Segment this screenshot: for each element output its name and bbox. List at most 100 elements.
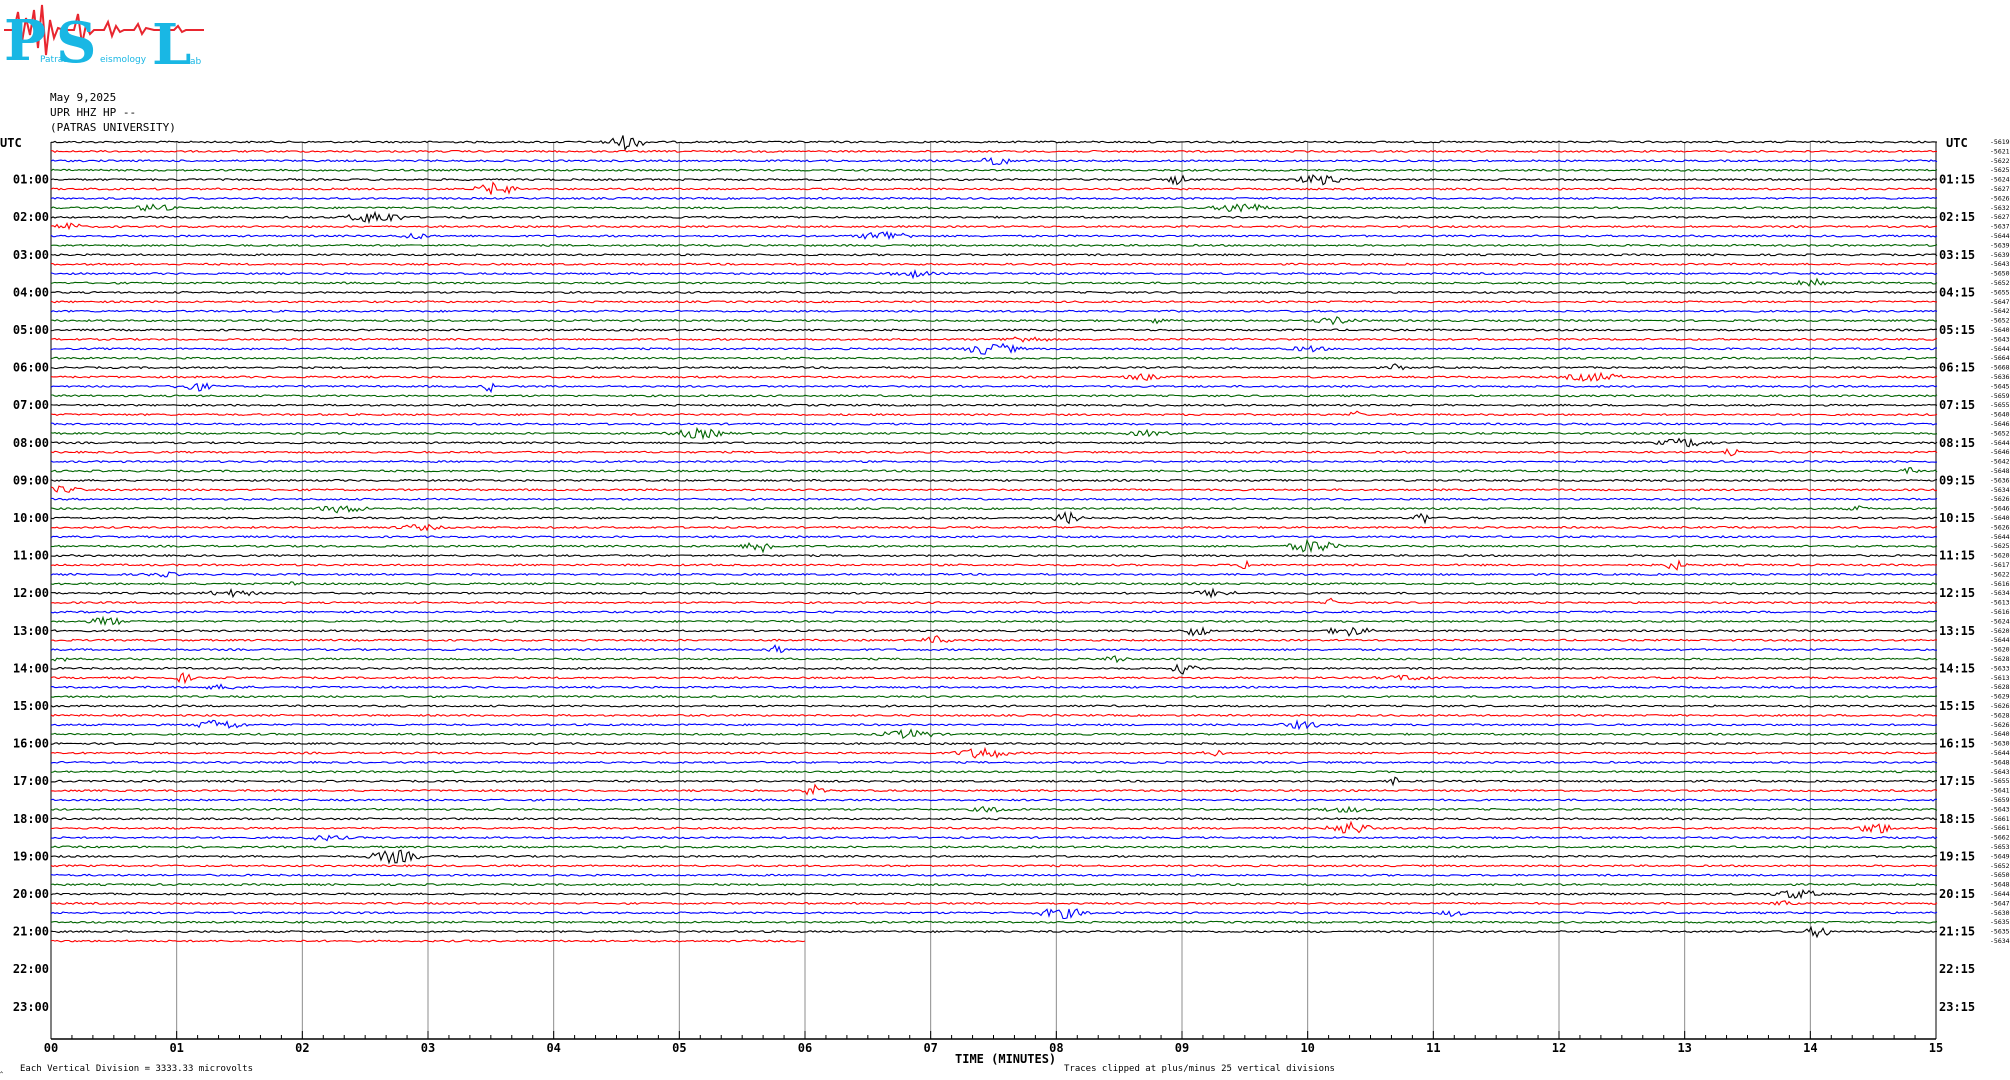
seismic-trace — [50, 873, 1938, 877]
trace-offset-label: -5648 — [1990, 881, 2010, 889]
trace-offset-label: -5642 — [1990, 307, 2010, 315]
seismic-trace — [50, 268, 1938, 280]
hour-label-left: 20:00 — [13, 887, 49, 901]
trace-offset-label: -5628 — [1990, 711, 2010, 719]
hour-label-left: 22:00 — [13, 962, 49, 976]
hour-label-left: 21:00 — [13, 925, 49, 939]
hour-label-right: 12:15 — [1939, 586, 1975, 600]
seismic-trace — [50, 925, 1937, 939]
x-tick-label: 01 — [169, 1041, 183, 1055]
trace-offset-label: -5634 — [1990, 589, 2010, 597]
seismic-trace — [50, 309, 1938, 313]
seismic-trace — [50, 505, 1938, 514]
seismic-trace — [50, 300, 1938, 304]
seismic-trace — [50, 626, 1938, 637]
trace-offset-label: -5652 — [1990, 862, 2010, 870]
x-tick-label: 09 — [1175, 1041, 1189, 1055]
seismic-trace — [50, 849, 1938, 865]
trace-offset-label: -5655 — [1990, 288, 2010, 296]
trace-offset-label: -5652 — [1990, 429, 2010, 437]
seismic-trace — [51, 845, 1938, 849]
trace-offset-label: -5634 — [1990, 486, 2010, 494]
hour-label-right: 11:15 — [1939, 549, 1975, 563]
trace-offset-label: -5626 — [1990, 495, 2010, 503]
trace-offset-label: -5626 — [1990, 702, 2010, 710]
hour-label-right: 15:15 — [1939, 699, 1975, 713]
footer-vertical-division: Each Vertical Division = 3333.33 microvo… — [20, 1064, 253, 1074]
utc-label-right: UTC — [1946, 136, 1968, 150]
trace-offset-label: -5641 — [1990, 787, 2010, 795]
hour-label-left: 12:00 — [13, 586, 49, 600]
trace-offset-label: -5644 — [1990, 749, 2010, 757]
trace-offset-label: -5661 — [1990, 815, 2010, 823]
trace-offset-label: -5633 — [1990, 664, 2010, 672]
trace-offset-label: -5637 — [1990, 223, 2010, 231]
x-tick-label: 12 — [1552, 1041, 1566, 1055]
hour-label-right: 17:15 — [1939, 774, 1975, 788]
seismic-trace — [51, 316, 1938, 326]
trace-offset-label: -5659 — [1990, 796, 2010, 804]
seismic-trace — [50, 210, 1938, 225]
seismic-trace — [50, 535, 1938, 539]
trace-offset-label: -5620 — [1990, 627, 2010, 635]
seismic-trace — [50, 695, 1938, 699]
seismic-trace — [50, 485, 1938, 493]
hour-label-left: 04:00 — [13, 285, 49, 299]
seismic-trace — [50, 571, 1938, 578]
trace-offset-label: -5652 — [1990, 279, 2010, 287]
seismic-trace — [50, 181, 1938, 195]
x-tick-label: 11 — [1426, 1041, 1440, 1055]
trace-offset-label: -5613 — [1990, 674, 2010, 682]
seismic-trace — [50, 410, 1938, 417]
x-axis-title: TIME (MINUTES) — [955, 1052, 1057, 1066]
hour-label-right: 14:15 — [1939, 661, 1975, 675]
trace-offset-label: -5655 — [1990, 777, 2010, 785]
hour-label-left: 01:00 — [13, 173, 49, 187]
trace-offset-label: -5635 — [1990, 918, 2010, 926]
seismic-trace — [50, 713, 1938, 718]
seismic-trace — [50, 426, 1938, 441]
trace-offset-label: -5648 — [1990, 467, 2010, 475]
hour-label-right: 01:15 — [1939, 173, 1975, 187]
trace-offset-label: -5620 — [1990, 552, 2010, 560]
seismic-trace — [50, 363, 1937, 371]
hour-label-right: 20:15 — [1939, 887, 1975, 901]
hour-label-left: 02:00 — [13, 210, 49, 224]
trace-offset-label: -5668 — [1990, 364, 2010, 372]
trace-offset-label: -5640 — [1990, 514, 2010, 522]
trace-offset-label: -5646 — [1990, 448, 2010, 456]
seismic-trace — [50, 437, 1938, 448]
trace-offset-label: -5649 — [1990, 852, 2010, 860]
hour-label-right: 08:15 — [1939, 436, 1975, 450]
psl-logo: P S L Patras eismology ab — [4, 4, 204, 70]
trace-offset-label: -5648 — [1990, 758, 2010, 766]
hour-label-right: 10:15 — [1939, 511, 1975, 525]
seismic-trace — [51, 820, 1938, 834]
trace-offset-label: -5642 — [1990, 458, 2010, 466]
seismic-trace — [50, 610, 1938, 614]
seismic-trace — [50, 222, 1938, 231]
trace-offset-label: -5626 — [1990, 523, 2010, 531]
hour-label-left: 13:00 — [13, 624, 49, 638]
trace-offset-label: -5644 — [1990, 890, 2010, 898]
trace-offset-label: -5636 — [1990, 373, 2010, 381]
trace-offset-label: -5626 — [1990, 721, 2010, 729]
seismic-trace — [50, 864, 1938, 868]
trace-offset-label: -5625 — [1990, 542, 2010, 550]
seismic-trace — [50, 882, 1938, 887]
hour-label-right: 16:15 — [1939, 737, 1975, 751]
seismic-trace — [50, 277, 1938, 287]
x-tick-label: 07 — [923, 1041, 937, 1055]
trace-offset-label: -5640 — [1990, 326, 2010, 334]
seismic-trace — [50, 328, 1938, 332]
seismic-trace — [50, 663, 1938, 675]
seismic-trace — [51, 135, 1938, 152]
trace-offset-label: -5664 — [1990, 354, 2010, 362]
trace-offset-label: -5644 — [1990, 345, 2010, 353]
trace-offset-label: -5625 — [1990, 166, 2010, 174]
hour-label-right: 02:15 — [1939, 210, 1975, 224]
header-station: UPR HHZ HP -- — [50, 106, 137, 119]
hour-label-left: 16:00 — [13, 737, 49, 751]
x-tick-label: 00 — [44, 1041, 58, 1055]
seismic-trace — [50, 587, 1938, 599]
